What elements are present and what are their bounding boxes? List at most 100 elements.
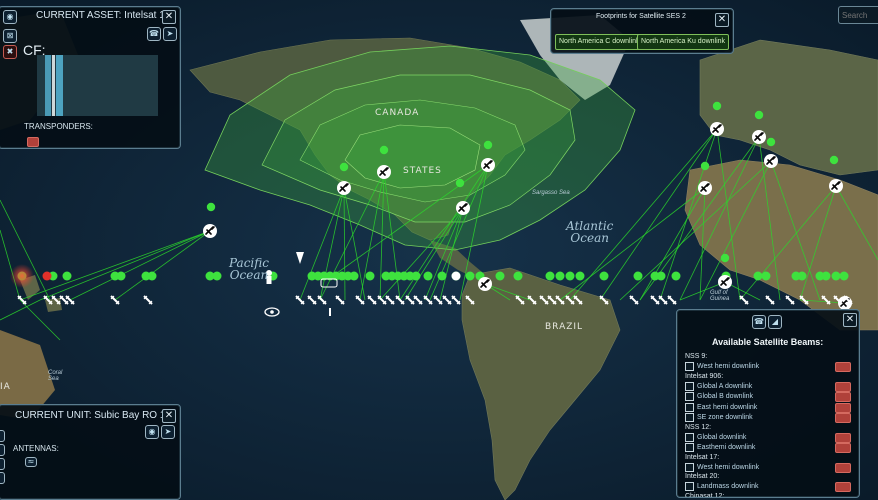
ground-station-icon[interactable] (752, 130, 766, 144)
satellite-dot[interactable] (671, 271, 681, 281)
beam-checkbox[interactable] (685, 402, 694, 412)
beam-checkbox[interactable] (685, 443, 694, 452)
satellite-dot[interactable] (495, 271, 505, 281)
beam-checkbox[interactable] (685, 381, 694, 391)
ground-station-icon[interactable] (698, 181, 712, 195)
beam-checkbox[interactable] (685, 462, 694, 472)
satellite-dot[interactable] (712, 101, 722, 111)
beam-row[interactable]: Global downlink (685, 432, 851, 443)
beam-row[interactable]: West hemi downlink (685, 361, 851, 372)
antenna-unit-icon[interactable] (329, 308, 331, 316)
eye-icon[interactable]: ◉ (145, 425, 159, 439)
beam-action-button[interactable] (835, 381, 851, 392)
satellite-dot[interactable] (513, 271, 523, 281)
locate-icon[interactable]: ➤ (161, 425, 175, 439)
beam-action-button[interactable] (835, 432, 851, 443)
beam-row[interactable]: Easthemi downlink (685, 442, 851, 453)
locate-icon[interactable]: ➤ (163, 27, 177, 41)
satellite-dot[interactable] (147, 271, 157, 281)
beam-checkbox[interactable] (685, 362, 694, 371)
side-tab-2[interactable] (0, 444, 5, 456)
close-icon[interactable]: ✕ (162, 10, 176, 24)
satellite-dot[interactable] (206, 202, 216, 212)
side-tab-4[interactable] (0, 472, 5, 484)
ground-station-icon[interactable] (337, 181, 351, 195)
beam-row[interactable]: West hemi downlink (685, 462, 851, 473)
side-tab-3[interactable] (0, 458, 5, 470)
satellite-dot[interactable] (483, 140, 493, 150)
beam-action-button[interactable] (835, 402, 851, 413)
ground-station-icon[interactable] (481, 158, 495, 172)
phone-icon[interactable]: ☎ (147, 27, 161, 41)
satellite-dot[interactable] (379, 145, 389, 155)
satellite-dot[interactable] (656, 271, 666, 281)
satellite-dot[interactable] (754, 110, 764, 120)
beam-checkbox[interactable] (685, 482, 694, 491)
satellite-dot[interactable] (766, 137, 776, 147)
beam-checkbox[interactable] (685, 392, 694, 401)
beam-row[interactable]: Global B downlink (685, 391, 851, 402)
satellite-dot[interactable] (365, 271, 375, 281)
antenna-toggle-icon[interactable]: ≈ (25, 457, 37, 467)
satellite-dot[interactable] (565, 271, 575, 281)
beam-row[interactable]: Global A downlink (685, 381, 851, 392)
beam-action-button[interactable] (835, 443, 851, 453)
satellite-dot[interactable] (437, 271, 447, 281)
beam-action-button[interactable] (835, 462, 851, 473)
eye-icon[interactable]: ◉ (3, 10, 17, 24)
satellite-dot[interactable] (423, 271, 433, 281)
satellite-dot[interactable] (575, 271, 585, 281)
satellite-dot[interactable] (829, 155, 839, 165)
ground-station-icon[interactable] (456, 201, 470, 215)
satellite-dot[interactable] (555, 271, 565, 281)
beam-checkbox[interactable] (685, 413, 694, 422)
satellite-dot[interactable] (545, 271, 555, 281)
transponder-button[interactable] (27, 137, 39, 147)
close-icon[interactable]: ✕ (162, 409, 176, 423)
satellite-dot[interactable] (839, 271, 849, 281)
satellite-dot-selected[interactable] (451, 271, 461, 281)
close-icon[interactable]: ✕ (715, 13, 729, 27)
footprint-c-downlink-button[interactable]: North America C downlink (555, 34, 644, 50)
beam-row[interactable]: SE zone downlink (685, 412, 851, 423)
satellite-dot[interactable] (465, 271, 475, 281)
beam-action-button[interactable] (835, 362, 851, 372)
satellite-dot[interactable] (116, 271, 126, 281)
satellite-dot[interactable] (753, 271, 763, 281)
beam-action-button[interactable] (835, 413, 851, 423)
satellite-dot[interactable] (349, 271, 359, 281)
signal-icon[interactable]: ◢ (768, 315, 782, 329)
satellite-dot[interactable] (700, 161, 710, 171)
ground-station-icon[interactable] (478, 277, 492, 291)
ground-station-icon[interactable] (764, 154, 778, 168)
satellite-dot[interactable] (339, 162, 349, 172)
alert-icon[interactable]: ✖ (3, 45, 17, 59)
phone-icon[interactable]: ☎ (752, 315, 766, 329)
ground-station-icon[interactable] (203, 224, 217, 238)
ground-station-icon[interactable] (829, 179, 843, 193)
ground-station-icon[interactable] (718, 275, 732, 289)
satellite-dot[interactable] (599, 271, 609, 281)
satellite-dot[interactable] (797, 271, 807, 281)
satellite-dot[interactable] (831, 271, 841, 281)
beam-checkbox[interactable] (685, 432, 694, 442)
beam-action-button[interactable] (835, 482, 851, 492)
ground-station-icon[interactable] (377, 165, 391, 179)
search-input[interactable] (838, 6, 878, 24)
satellite-dot[interactable] (455, 178, 465, 188)
close-icon[interactable]: ✕ (843, 313, 857, 327)
footprint-ku-downlink-button[interactable]: North America Ku downlink (637, 34, 730, 50)
satellite-dot[interactable] (62, 271, 72, 281)
side-tab-1[interactable] (0, 430, 5, 442)
satellite-dot[interactable] (720, 253, 730, 263)
satellite-dot[interactable] (411, 271, 421, 281)
beam-row[interactable]: East hemi downlink (685, 402, 851, 413)
satellite-dot[interactable] (761, 271, 771, 281)
beam-row[interactable]: Landmass downlink (685, 481, 851, 492)
satellite-dot[interactable] (212, 271, 222, 281)
ground-station-icon[interactable] (710, 122, 724, 136)
selected-satellite-marker[interactable] (42, 271, 52, 281)
beam-action-button[interactable] (835, 392, 851, 402)
satellite-dot[interactable] (633, 271, 643, 281)
satellite-toggle-icon[interactable]: ⊠ (3, 29, 17, 43)
